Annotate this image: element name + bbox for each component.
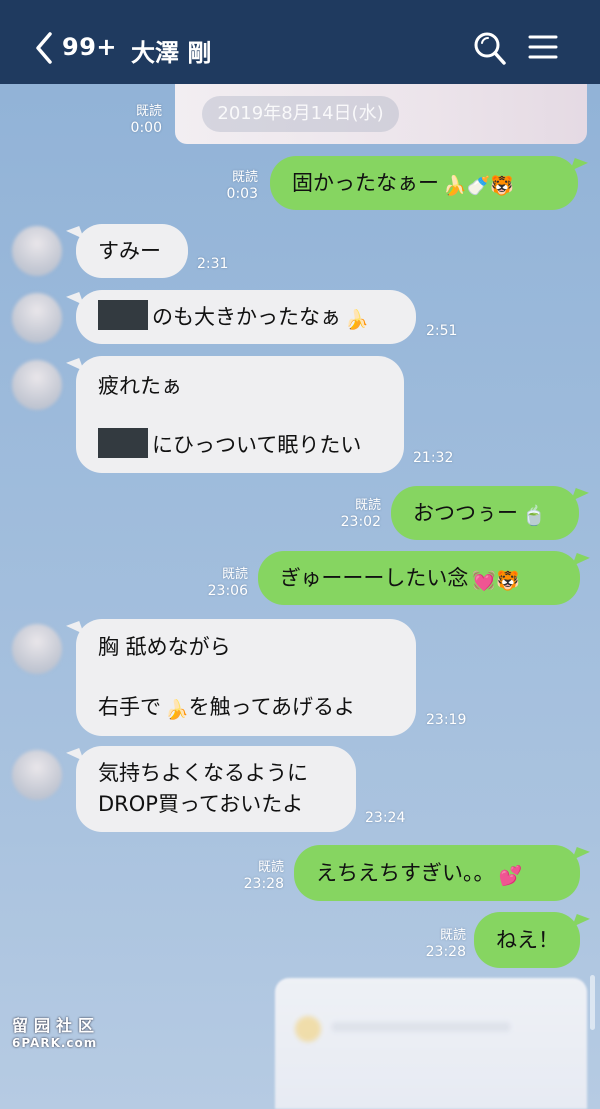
redacted-box: [98, 428, 148, 458]
avatar[interactable]: [12, 750, 62, 800]
outgoing-message[interactable]: 固かったなぁー 🍌🍼🐯: [270, 156, 578, 210]
watermark-text: 留园社区: [12, 1016, 101, 1035]
message-text: 右手で: [98, 695, 161, 719]
message-text: を触ってあげるよ: [188, 695, 355, 719]
message-time: 21:32: [413, 450, 454, 466]
message-text: 胸 舐めながら: [98, 635, 231, 659]
outgoing-message[interactable]: えちえちすぎい。。 💕: [294, 845, 580, 901]
watermark: 留园社区 6PARK.com: [12, 1012, 100, 1050]
heart-tiger-emoji: 💓🐯: [472, 570, 520, 592]
watermark-url: 6PARK.com: [12, 1036, 98, 1050]
incoming-message[interactable]: すみー: [76, 224, 188, 278]
scrollbar[interactable]: [590, 975, 595, 1030]
message-time: 23:24: [365, 810, 406, 826]
message-meta: 既読 0:03: [226, 170, 258, 202]
date-separator: 2019年8月14日(水): [202, 96, 399, 132]
avatar[interactable]: [12, 226, 62, 276]
incoming-message[interactable]: 胸 舐めながら 右手で 🍌を触ってあげるよ: [76, 619, 416, 736]
message-text: 固かったなぁー: [292, 171, 439, 195]
incoming-message[interactable]: 疲れたぁ にひっついて眠りたい: [76, 356, 404, 473]
message-time: 2:31: [197, 256, 229, 272]
outgoing-message[interactable]: おつつぅー 🍵: [391, 486, 579, 540]
message-meta: 既読 23:02: [340, 498, 381, 530]
banana-emoji: 🍌: [345, 309, 369, 331]
tea-emoji: 🍵: [522, 505, 546, 527]
avatar[interactable]: [12, 360, 62, 410]
redacted-box: [98, 300, 148, 330]
message-text: えちえちすぎい。。: [316, 861, 495, 885]
incoming-message[interactable]: 気持ちよくなるように DROP買っておいたよ: [76, 746, 356, 832]
contact-name: 大澤 剛: [131, 39, 212, 67]
message-meta: 既読 0:00: [130, 104, 162, 136]
search-icon[interactable]: [473, 30, 507, 66]
message-text: 気持ちよくなるように: [98, 761, 308, 785]
unread-count-badge[interactable]: 99+: [62, 33, 117, 61]
message-text: にひっついて眠りたい: [152, 433, 362, 457]
outgoing-message[interactable]: ぎゅーーーしたい念 💓🐯: [258, 551, 580, 605]
message-time: 23:19: [426, 712, 467, 728]
blurred-message-card[interactable]: [275, 978, 587, 1109]
blurred-emoji: [295, 1016, 321, 1042]
avatar[interactable]: [12, 624, 62, 674]
message-time: 2:51: [426, 323, 458, 339]
chevron-left-icon[interactable]: [30, 28, 60, 68]
incoming-message[interactable]: のも大きかったなぁ 🍌: [76, 290, 416, 344]
message-text: のも大きかったなぁ: [152, 305, 341, 329]
hamburger-menu-icon[interactable]: [528, 34, 558, 60]
chat-header: 99+ 大澤 剛: [0, 0, 600, 84]
message-text: すみー: [98, 239, 161, 263]
message-text: おつつぅー: [413, 501, 518, 525]
message-text: DROP買っておいたよ: [98, 792, 304, 816]
message-meta: 既読 23:28: [243, 860, 284, 892]
hearts-emoji: 💕: [498, 865, 523, 887]
message-text: 疲れたぁ: [98, 374, 182, 398]
message-meta: 既読 23:28: [425, 928, 466, 960]
message-meta: 既読 23:06: [207, 567, 248, 599]
outgoing-message[interactable]: ねえ！: [474, 912, 580, 968]
avatar[interactable]: [12, 293, 62, 343]
blurred-text: [331, 1022, 511, 1032]
banana-emoji: 🍌: [165, 699, 189, 721]
message-text: ぎゅーーーしたい念: [280, 566, 469, 590]
message-text: ねえ！: [496, 928, 559, 952]
emoji-icons: 🍌🍼🐯: [443, 175, 514, 197]
